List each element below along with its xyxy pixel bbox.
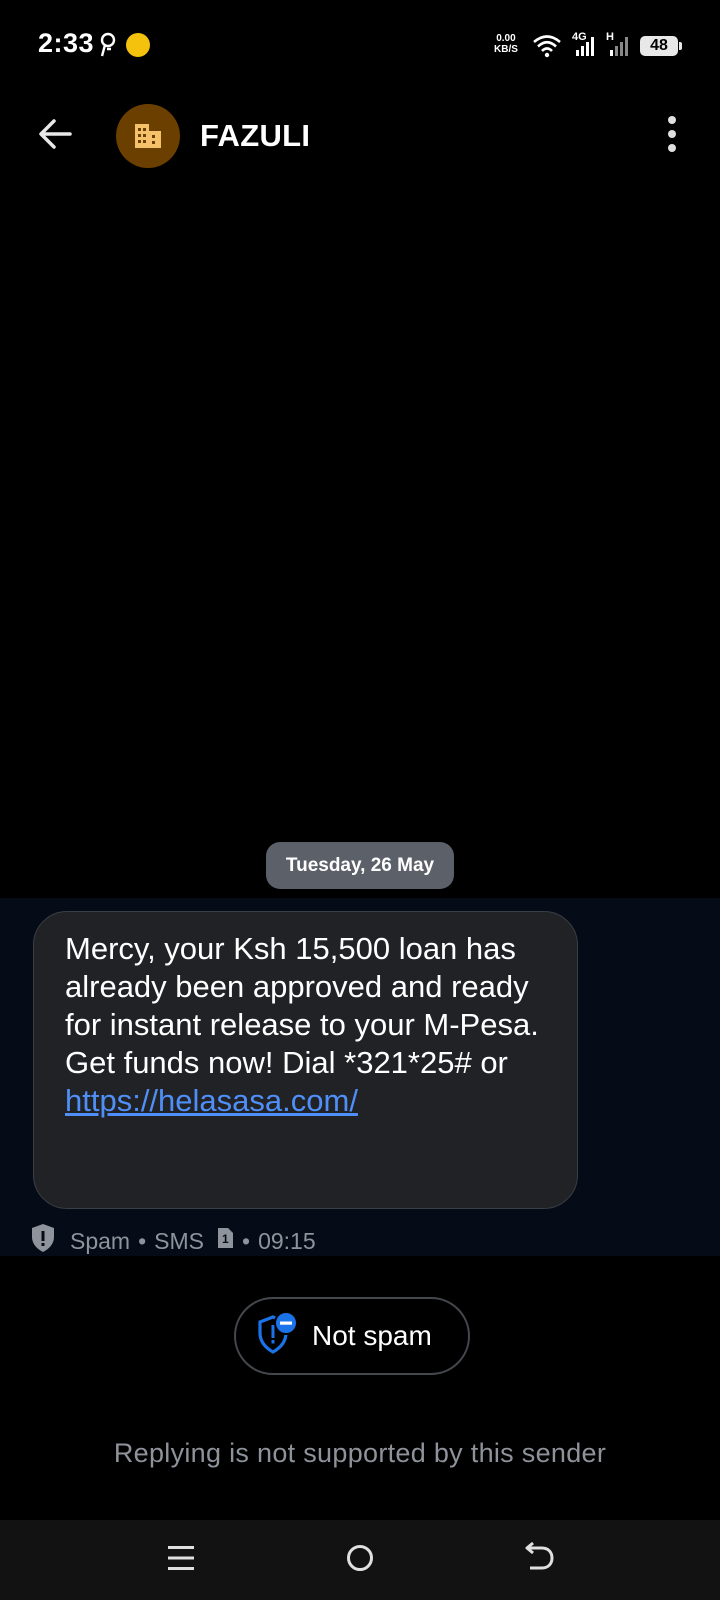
network-speed: 0.00 KB/S — [494, 33, 518, 55]
building-icon — [135, 124, 161, 148]
network-1-label: 4G — [572, 31, 587, 43]
spam-label: Spam — [70, 1227, 131, 1254]
network-2-label: H — [606, 31, 614, 43]
more-options-button[interactable] — [654, 108, 690, 164]
message-link[interactable]: https://helasasa.com/ — [65, 1083, 358, 1118]
status-time: 2:33 — [38, 28, 95, 58]
home-button[interactable] — [345, 1542, 375, 1579]
signal-h-icon: H — [604, 30, 632, 63]
home-circle-icon — [347, 1545, 373, 1571]
message-meta: Spam • SMS 1 • 09:15 — [30, 1223, 316, 1259]
meta-separator-2: • — [242, 1227, 251, 1254]
message-type: SMS — [154, 1227, 204, 1254]
not-spam-label: Not spam — [312, 1320, 432, 1351]
net-speed-value: 0.00 — [496, 33, 516, 44]
recent-apps-button[interactable] — [166, 1542, 196, 1579]
more-vert-icon — [668, 116, 676, 152]
contact-name[interactable]: FAZULI — [200, 118, 310, 154]
message-time: 09:15 — [258, 1227, 316, 1254]
system-back-button[interactable] — [522, 1540, 556, 1581]
status-bar: 2:33 0.00 KB/S 4G H 48 — [0, 0, 720, 92]
meta-separator: • — [138, 1227, 147, 1254]
date-chip: Tuesday, 26 May — [266, 842, 454, 889]
message-text: Mercy, your Ksh 15,500 loan has already … — [65, 931, 539, 1080]
spam-shield-icon — [30, 1223, 56, 1259]
navigation-bar — [0, 1520, 720, 1600]
reply-not-supported-note: Replying is not supported by this sender — [113, 1438, 607, 1468]
message-body: Mercy, your Ksh 15,500 loan has already … — [65, 930, 555, 1120]
arrow-back-icon — [39, 119, 72, 149]
shield-remove-icon — [256, 1310, 298, 1362]
wifi-icon — [532, 34, 562, 63]
not-spam-button[interactable]: Not spam — [234, 1297, 470, 1375]
signal-4g-icon: 4G — [570, 30, 598, 63]
battery-icon: 48 — [640, 36, 678, 56]
notification-app-icon — [126, 33, 150, 57]
battery-cap — [679, 42, 682, 50]
back-button[interactable] — [30, 108, 82, 160]
menu-icon — [168, 1546, 194, 1570]
message-bubble[interactable]: Mercy, your Ksh 15,500 loan has already … — [33, 911, 578, 1209]
back-undo-icon — [525, 1541, 554, 1570]
net-speed-unit: KB/S — [494, 44, 518, 55]
sim-number: 1 — [222, 1232, 229, 1246]
sim-icon: 1 — [216, 1227, 234, 1255]
contact-avatar[interactable] — [116, 104, 180, 168]
key-icon — [98, 32, 118, 63]
